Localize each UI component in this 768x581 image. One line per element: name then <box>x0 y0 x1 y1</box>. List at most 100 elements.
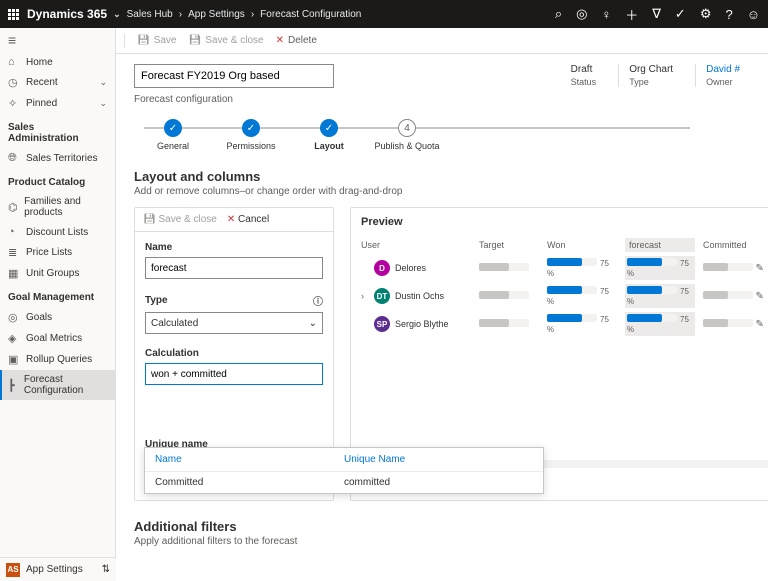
save-icon: 💾︎ <box>137 35 150 46</box>
table-row: DDelores <box>361 260 471 276</box>
breadcrumb[interactable]: Forecast Configuration <box>260 9 361 20</box>
owner-link[interactable]: David # <box>706 64 740 75</box>
name-input[interactable] <box>145 257 323 279</box>
sidebar-item-home[interactable]: ⌂Home <box>0 52 115 72</box>
chevron-updown-icon: ⇅ <box>102 564 110 575</box>
dd-col-name: Name <box>155 454 344 465</box>
avatar: DT <box>374 288 390 304</box>
preview-grid: User Target Won forecast Committed DDelo… <box>361 238 768 336</box>
preview-title: Preview <box>361 216 768 228</box>
global-actions: ⌕ ◎ ♀ ＋ ∇ ✓ ⚙ ? ☺ <box>555 5 760 24</box>
units-icon: ▦ <box>8 267 20 280</box>
area-switcher[interactable]: AS App Settings ⇅ <box>0 557 116 581</box>
sidebar-item-units[interactable]: ▦Unit Groups <box>0 263 115 284</box>
avatar: SP <box>374 316 390 332</box>
edit-icon[interactable]: ✎ <box>756 263 764 274</box>
sidebar: ≡ ⌂Home ◷Recent⌄ ✧Pinned⌄ Sales Administ… <box>0 28 116 557</box>
sidebar-item-recent[interactable]: ◷Recent⌄ <box>0 72 115 93</box>
sidebar-item-metrics[interactable]: ◈Goal Metrics <box>0 328 115 349</box>
wizard-stepper: ✓General ✓Permissions ✓Layout 4Publish &… <box>134 119 750 151</box>
global-nav: Dynamics 365⌄ Sales Hub › App Settings ›… <box>0 0 768 28</box>
price-icon: ≣ <box>8 246 20 259</box>
record-title-input[interactable] <box>134 64 334 88</box>
type-select[interactable]: Calculated⌄ <box>145 312 323 334</box>
save-icon: 💾︎ <box>189 35 202 46</box>
waffle-icon[interactable] <box>8 9 19 20</box>
sidebar-group: Product Catalog <box>0 169 115 192</box>
breadcrumb[interactable]: App Settings <box>188 9 245 20</box>
pin-icon: ✧ <box>8 97 20 110</box>
clock-icon: ◷ <box>8 76 20 89</box>
hamburger-icon[interactable]: ≡ <box>8 32 16 48</box>
col-user: User <box>361 240 471 250</box>
task-icon[interactable]: ✓ <box>675 6 686 22</box>
record-subtitle: Forecast configuration <box>134 94 334 105</box>
section-title: Layout and columns <box>134 169 750 184</box>
chevron-down-icon: ⌄ <box>99 98 107 109</box>
calculation-input[interactable] <box>145 363 323 385</box>
sidebar-group: Goal Management <box>0 284 115 307</box>
col-target: Target <box>479 240 539 250</box>
home-icon: ⌂ <box>8 56 20 68</box>
tree-icon: ⌬ <box>8 201 18 214</box>
sidebar-item-discounts[interactable]: ◔Discount Lists <box>0 222 115 242</box>
account-icon[interactable]: ☺ <box>747 7 760 22</box>
goal-icon: ◎ <box>8 311 20 324</box>
step-publish[interactable]: 4Publish & Quota <box>368 119 446 151</box>
sidebar-item-pinned[interactable]: ✧Pinned⌄ <box>0 93 115 114</box>
sidebar-item-prices[interactable]: ≣Price Lists <box>0 242 115 263</box>
sidebar-item-territories[interactable]: 🌐︎Sales Territories <box>0 148 115 169</box>
lightbulb-icon[interactable]: ♀ <box>601 7 611 22</box>
panel-cancel[interactable]: ✕ Cancel <box>227 214 269 225</box>
globe-icon: 🌐︎ <box>8 152 20 165</box>
metrics-icon: ◈ <box>8 332 20 345</box>
col-forecast: forecast <box>625 238 695 252</box>
assistant-icon[interactable]: ◎ <box>576 6 587 22</box>
calculation-suggest-dropdown[interactable]: NameUnique Name Committedcommitted <box>144 447 544 494</box>
avatar: D <box>374 260 390 276</box>
edit-icon[interactable]: ✎ <box>756 291 764 302</box>
name-label: Name <box>145 242 323 253</box>
command-bar: 💾︎Save 💾︎Save & close ✕Delete <box>116 28 768 54</box>
forecast-icon: ┣ <box>8 379 18 392</box>
step-permissions[interactable]: ✓Permissions <box>212 119 290 151</box>
sidebar-item-families[interactable]: ⌬Families and products <box>0 192 115 222</box>
settings-icon[interactable]: ⚙ <box>700 6 712 22</box>
sidebar-item-goals[interactable]: ◎Goals <box>0 307 115 328</box>
breadcrumb[interactable]: Sales Hub <box>127 9 173 20</box>
filter-icon[interactable]: ∇ <box>652 6 661 22</box>
table-row: ›DTDustin Ochs <box>361 288 471 304</box>
panel-save-close[interactable]: 💾︎ Save & close <box>143 214 217 225</box>
type-label: Typeⓘ <box>145 293 323 308</box>
sidebar-group: Sales Administration <box>0 114 115 148</box>
dd-row[interactable]: Committedcommitted <box>145 472 543 493</box>
table-row: SPSergio Blythe <box>361 316 471 332</box>
discount-icon: ◔ <box>8 226 20 238</box>
col-won: Won <box>547 240 617 250</box>
sidebar-item-forecast-config[interactable]: ┣Forecast Configuration <box>0 370 115 400</box>
save-button[interactable]: 💾︎Save <box>137 35 177 46</box>
expand-icon[interactable]: › <box>361 291 369 301</box>
col-committed: Committed <box>703 240 768 250</box>
step-layout[interactable]: ✓Layout <box>290 119 368 151</box>
search-icon[interactable]: ⌕ <box>555 6 562 22</box>
sidebar-item-rollup[interactable]: ▣Rollup Queries <box>0 349 115 370</box>
dd-col-unique: Unique Name <box>344 454 533 465</box>
delete-icon: ✕ <box>276 35 284 46</box>
area-icon: AS <box>6 563 20 577</box>
info-icon[interactable]: ⓘ <box>313 293 323 308</box>
step-general[interactable]: ✓General <box>134 119 212 151</box>
add-icon[interactable]: ＋ <box>625 5 638 24</box>
chevron-down-icon: ⌄ <box>99 77 107 88</box>
delete-button[interactable]: ✕Delete <box>276 35 317 46</box>
section-subtitle: Add or remove columns–or change order wi… <box>134 186 750 197</box>
filters-subtitle: Apply additional filters to the forecast <box>134 536 750 547</box>
chevron-down-icon: ⌄ <box>309 318 317 329</box>
brand[interactable]: Dynamics 365⌄ <box>27 7 121 21</box>
filters-title: Additional filters <box>134 519 750 534</box>
calculation-label: Calculation <box>145 348 323 359</box>
edit-icon[interactable]: ✎ <box>756 319 764 330</box>
status-value: Draft <box>571 64 597 75</box>
help-icon[interactable]: ? <box>725 7 732 22</box>
save-close-button[interactable]: 💾︎Save & close <box>189 35 264 46</box>
